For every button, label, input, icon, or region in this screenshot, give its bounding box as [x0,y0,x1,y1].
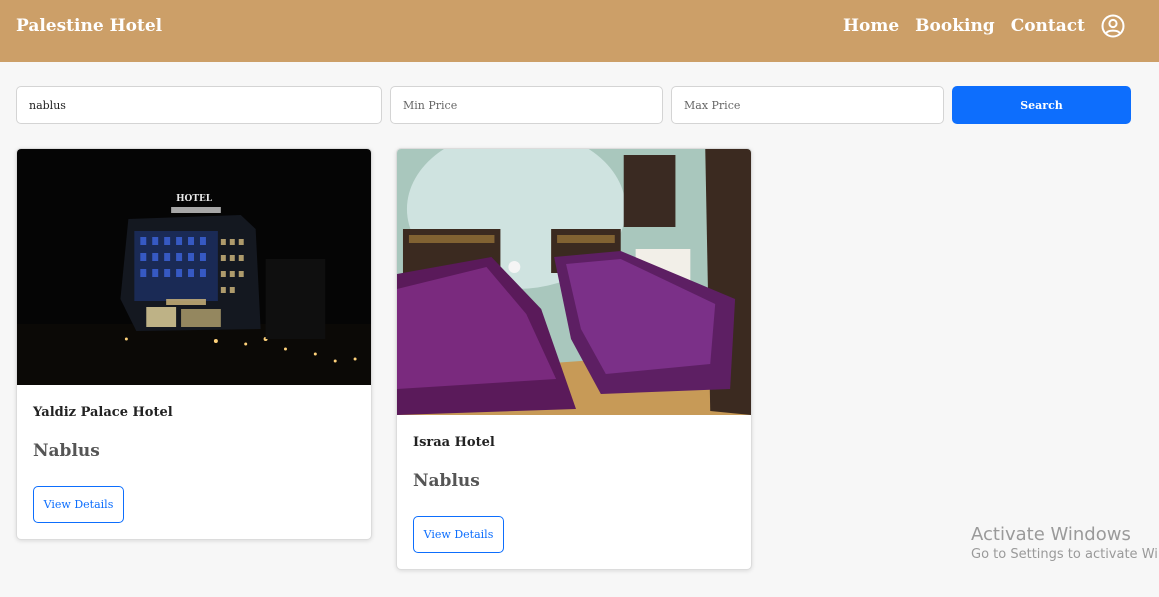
hotel-city: Nablus [33,441,100,461]
view-details-button[interactable]: View Details [33,486,124,523]
nav-booking-link[interactable]: Booking [915,16,995,36]
watermark-title: Activate Windows [971,524,1131,545]
search-button[interactable]: Search [952,86,1131,124]
navbar: Palestine Hotel Home Booking Contact [0,0,1159,62]
min-price-input[interactable] [390,86,663,124]
hotel-image [397,149,751,415]
view-details-button[interactable]: View Details [413,516,504,553]
hotel-name: Israa Hotel [413,435,495,450]
user-circle-icon[interactable] [1101,14,1125,38]
hotel-card: Israa Hotel Nablus View Details [396,148,752,570]
hotel-city: Nablus [413,471,480,491]
brand-logo[interactable]: Palestine Hotel [16,16,162,36]
hotel-name: Yaldiz Palace Hotel [33,405,173,420]
activate-windows-watermark: Activate Windows Go to Settings to activ… [971,524,1159,562]
nav-links: Home Booking Contact [827,14,1125,38]
nav-home-link[interactable]: Home [843,16,899,36]
location-input[interactable] [16,86,382,124]
watermark-subtitle: Go to Settings to activate Windows. [971,547,1159,562]
hotel-card: HOTEL Yaldiz Palace Hotel Nablus View De… [16,148,372,540]
nav-contact-link[interactable]: Contact [1011,16,1085,36]
max-price-input[interactable] [671,86,944,124]
svg-text:HOTEL: HOTEL [176,194,213,204]
hotel-image: HOTEL [17,149,371,385]
